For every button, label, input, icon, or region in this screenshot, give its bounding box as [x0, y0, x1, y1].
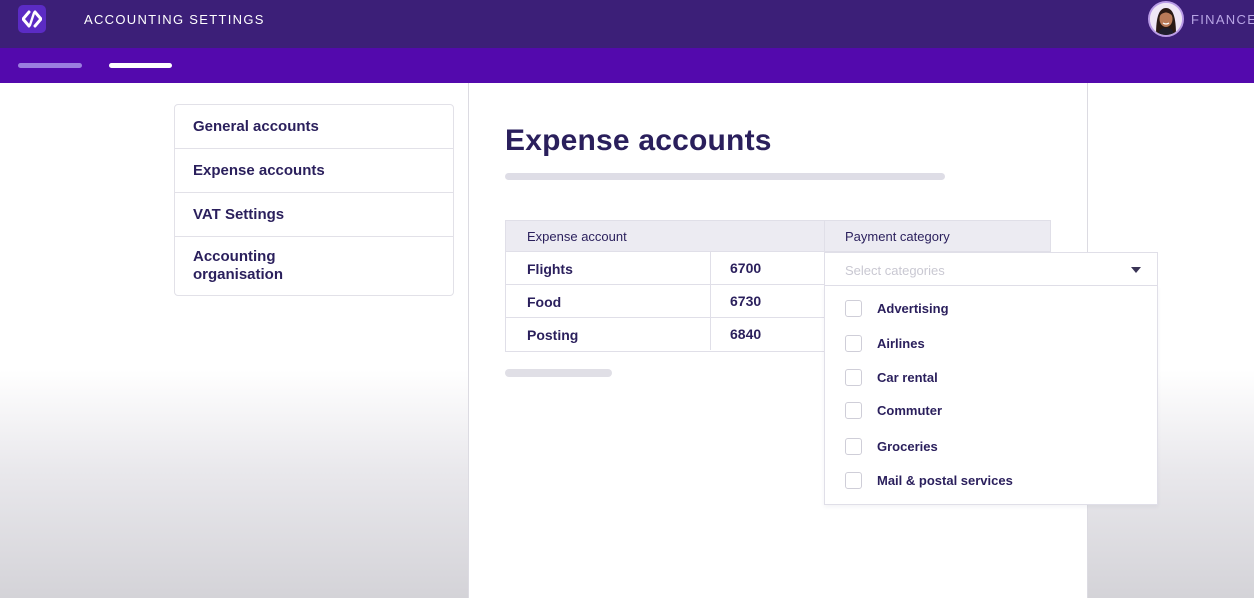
org-name: FINANCE [1191, 12, 1254, 27]
brand-logo-glyph [22, 10, 42, 28]
category-dropdown-menu: Advertising Airlines Car rental Commuter… [824, 286, 1158, 505]
sidebar-item-label: Expense accounts [193, 162, 325, 179]
checkbox[interactable] [845, 335, 862, 352]
option-label: Advertising [877, 301, 949, 316]
settings-sidebar: General accounts Expense accounts VAT Se… [174, 104, 454, 296]
category-option-car-rental[interactable]: Car rental [845, 368, 1145, 388]
sidebar-item-label: Accounting organisation [193, 248, 284, 283]
tab-indicator-2-active[interactable] [109, 63, 172, 68]
category-select[interactable]: Select categories [824, 252, 1158, 286]
sidebar-item-expense-accounts[interactable]: Expense accounts [175, 149, 453, 193]
category-option-groceries[interactable]: Groceries [845, 437, 1145, 457]
app-title: ACCOUNTING SETTINGS [84, 12, 265, 27]
avatar-portrait [1150, 3, 1182, 35]
tab-strip [0, 48, 1254, 83]
brand-logo-icon[interactable] [18, 5, 46, 33]
column-header-payment-category: Payment category [824, 220, 1051, 252]
sidebar-item-label: VAT Settings [193, 206, 285, 223]
caret-down-icon [1131, 267, 1141, 273]
category-option-mail-postal-services[interactable]: Mail & postal services [845, 471, 1145, 491]
option-label: Mail & postal services [877, 473, 1013, 488]
sidebar-item-vat-settings[interactable]: VAT Settings [175, 193, 453, 237]
account-name: Posting [527, 327, 579, 343]
table-row[interactable]: Food 6730 [505, 285, 825, 318]
tab-indicator-1[interactable] [18, 63, 82, 68]
category-option-commuter[interactable]: Commuter [845, 401, 1145, 421]
table-row[interactable]: Flights 6700 [505, 252, 825, 285]
checkbox[interactable] [845, 402, 862, 419]
category-option-airlines[interactable]: Airlines [845, 334, 1145, 354]
option-label: Car rental [877, 370, 938, 385]
checkbox[interactable] [845, 472, 862, 489]
category-option-advertising[interactable]: Advertising [845, 299, 1145, 319]
option-label: Groceries [877, 439, 938, 454]
account-name: Flights [527, 261, 573, 277]
option-label: Commuter [877, 403, 943, 418]
checkbox[interactable] [845, 438, 862, 455]
account-code: 6730 [710, 285, 825, 317]
table-row[interactable]: Posting 6840 [505, 318, 825, 352]
option-label: Airlines [877, 336, 925, 351]
checkbox[interactable] [845, 369, 862, 386]
account-code: 6840 [710, 318, 825, 350]
user-avatar[interactable] [1148, 1, 1184, 37]
account-code: 6700 [710, 252, 825, 284]
page-title: Expense accounts [505, 124, 772, 157]
sidebar-item-label: General accounts [193, 118, 319, 135]
top-bar: ACCOUNTING SETTINGS FINANCE [0, 0, 1254, 48]
checkbox[interactable] [845, 300, 862, 317]
column-header-expense-account: Expense account [505, 220, 825, 252]
title-placeholder-bar [505, 173, 945, 180]
account-name: Food [527, 294, 562, 310]
category-select-placeholder: Select categories [845, 263, 945, 278]
footer-placeholder-bar [505, 369, 612, 377]
sidebar-item-general-accounts[interactable]: General accounts [175, 105, 453, 149]
sidebar-item-accounting-organisation[interactable]: Accounting organisation [175, 237, 453, 295]
